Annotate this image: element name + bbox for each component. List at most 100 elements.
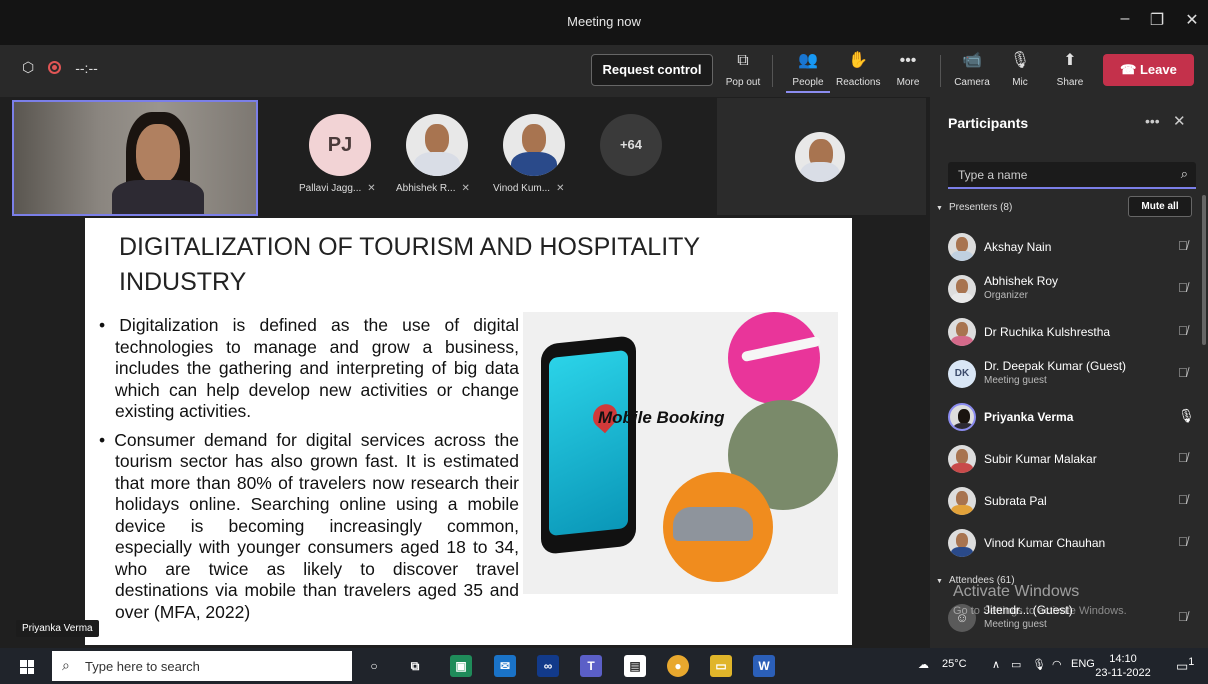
search-input[interactable]	[958, 168, 1158, 182]
store-icon[interactable]: ▣	[450, 655, 472, 677]
participant-row[interactable]: Akshay Nain 🎙̸	[946, 229, 1194, 265]
notification-icon[interactable]: ▭1	[1176, 656, 1194, 674]
search-icon[interactable]: ⌕	[1181, 166, 1188, 182]
video-tile[interactable]	[717, 98, 926, 215]
share-label: Share	[1056, 77, 1084, 88]
shield-icon: ⬡	[22, 59, 35, 75]
tray-chevron-icon[interactable]: ∧	[992, 658, 1000, 671]
request-control-button[interactable]: Request control	[591, 54, 713, 86]
participant-row[interactable]: Priyanka Verma 🎙	[946, 399, 1195, 435]
activation-watermark-sub: Go to Settings to activate Windows.	[953, 605, 1127, 617]
mic-button[interactable]: 🎙 Mic	[998, 51, 1042, 88]
popout-button[interactable]: ⧉ Pop out	[721, 51, 765, 88]
notepad-icon[interactable]: ▤	[624, 655, 646, 677]
participant-name: Subir Kumar Malakar	[984, 452, 1097, 466]
more-button[interactable]: ••• More	[886, 51, 930, 88]
participant-search: ⌕	[948, 162, 1196, 189]
reactions-label: Reactions	[836, 77, 881, 88]
participant-role: Organizer	[984, 290, 1028, 301]
avatar-pallavi[interactable]: PJ	[309, 114, 371, 176]
avatar	[795, 132, 845, 182]
mic-off-icon: ✕	[367, 183, 376, 194]
mic-off-icon: 🎙̸	[1178, 280, 1188, 295]
microphone-icon[interactable]: 🎙	[1032, 658, 1046, 671]
participant-name: Abhishek R... ✕	[396, 183, 470, 194]
share-button[interactable]: ⬆ Share	[1048, 51, 1092, 88]
participant-row[interactable]: Subir Kumar Malakar 🎙̸	[946, 441, 1194, 477]
task-view-icon[interactable]: ⧉	[404, 655, 426, 677]
cortana-icon[interactable]: ○	[363, 655, 385, 677]
word-icon[interactable]: W	[753, 655, 775, 677]
file-explorer-icon[interactable]: ▭	[710, 655, 732, 677]
mic-off-icon: 🎙	[1009, 52, 1031, 69]
slide-title: DIGITALIZATION OF TOURISM AND HOSPITALIT…	[119, 233, 700, 296]
taskbar: ⌕ Type here to search ○ ⧉ ▣ ✉ ∞ T ▤ ● ▭ …	[0, 648, 1208, 684]
speaker-video[interactable]	[12, 100, 258, 216]
more-participants-badge[interactable]: +64	[600, 114, 662, 176]
app-icon[interactable]: ∞	[537, 655, 559, 677]
more-options-icon[interactable]: •••	[1145, 113, 1160, 129]
mic-off-icon: 🎙̸	[1178, 450, 1188, 465]
chrome-icon[interactable]: ●	[667, 655, 689, 677]
title-bar: Meeting now – ❐ ✕	[0, 0, 1208, 45]
weather-icon[interactable]: ☁	[918, 658, 929, 671]
slide-bullet: Consumer demand for digital services acr…	[99, 430, 519, 624]
avatar-abhishek[interactable]	[406, 114, 468, 176]
close-icon[interactable]: ✕	[1180, 10, 1204, 30]
activation-watermark: Activate Windows	[953, 583, 1080, 600]
share-icon: ⬆	[1063, 52, 1077, 69]
participant-name: Abhishek Roy	[984, 274, 1059, 288]
slide-bullet: Digitalization is defined as the use of …	[99, 315, 519, 423]
participant-name: Akshay Nain	[984, 240, 1052, 254]
avatar	[948, 403, 976, 431]
more-icon: •••	[899, 52, 917, 69]
participant-name: Pallavi Jagg... ✕	[299, 183, 376, 194]
participant-role: Meeting guest	[984, 375, 1047, 386]
panel-scrollbar[interactable]	[1202, 195, 1206, 345]
mic-on-icon: 🎙	[1178, 408, 1195, 423]
presenters-group[interactable]: ▼ Presenters (8)	[936, 202, 1012, 213]
speaker-name-tag: Priyanka Verma	[16, 620, 99, 637]
avatar	[948, 487, 976, 515]
camera-button[interactable]: 📹 Camera	[950, 51, 994, 88]
popout-label: Pop out	[725, 77, 761, 88]
mobile-booking-illustration: Mobile Booking	[523, 312, 838, 594]
maximize-icon[interactable]: ❐	[1145, 10, 1169, 30]
avatar	[948, 529, 976, 557]
participant-name: Vinod Kum... ✕	[493, 183, 565, 194]
close-panel-icon[interactable]: ✕	[1173, 112, 1186, 130]
taskbar-search[interactable]: ⌕ Type here to search	[52, 651, 352, 681]
shared-slide: DIGITALIZATION OF TOURISM AND HOSPITALIT…	[85, 218, 852, 645]
network-icon[interactable]: ▭	[1011, 658, 1021, 671]
participant-row[interactable]: DK Dr. Deepak Kumar (Guest) Meeting gues…	[946, 356, 1194, 392]
mail-icon[interactable]: ✉	[494, 655, 516, 677]
teams-icon[interactable]: T	[580, 655, 602, 677]
reactions-button[interactable]: ✋ Reactions	[836, 51, 880, 88]
participant-row[interactable]: Subrata Pal 🎙̸	[946, 483, 1194, 519]
wifi-icon[interactable]: ◠	[1052, 658, 1062, 671]
avatar	[948, 445, 976, 473]
participant-row[interactable]: Vinod Kumar Chauhan 🎙̸	[946, 525, 1194, 561]
meeting-timer: --:--	[75, 59, 98, 76]
image-label: Mobile Booking	[598, 408, 725, 427]
people-icon: 👥	[798, 52, 818, 69]
more-label: More	[896, 77, 920, 88]
divider	[940, 55, 941, 87]
meeting-toolbar: ⬡ --:-- Request control ⧉ Pop out 👥 Peop…	[0, 45, 1208, 97]
mute-all-button[interactable]: Mute all	[1128, 196, 1192, 217]
people-button[interactable]: 👥 People	[786, 51, 830, 93]
participant-row[interactable]: Abhishek Roy Organizer 🎙̸	[946, 271, 1194, 307]
participant-row[interactable]: Dr Ruchika Kulshrestha 🎙̸	[946, 314, 1194, 350]
panel-title: Participants	[948, 115, 1029, 131]
participant-name: Dr. Deepak Kumar (Guest)	[984, 359, 1127, 373]
avatar	[948, 318, 976, 346]
minimize-icon[interactable]: –	[1113, 10, 1137, 28]
recording-icon	[48, 61, 62, 74]
avatar-vinod[interactable]	[503, 114, 565, 176]
windows-start-icon[interactable]	[20, 660, 34, 674]
leave-button[interactable]: ☎ Leave	[1103, 54, 1194, 86]
reactions-icon: ✋	[848, 52, 868, 69]
search-icon: ⌕	[62, 657, 70, 673]
temperature: 25°C	[942, 658, 967, 670]
clock[interactable]: 14:10 23-11-2022	[1082, 652, 1164, 680]
